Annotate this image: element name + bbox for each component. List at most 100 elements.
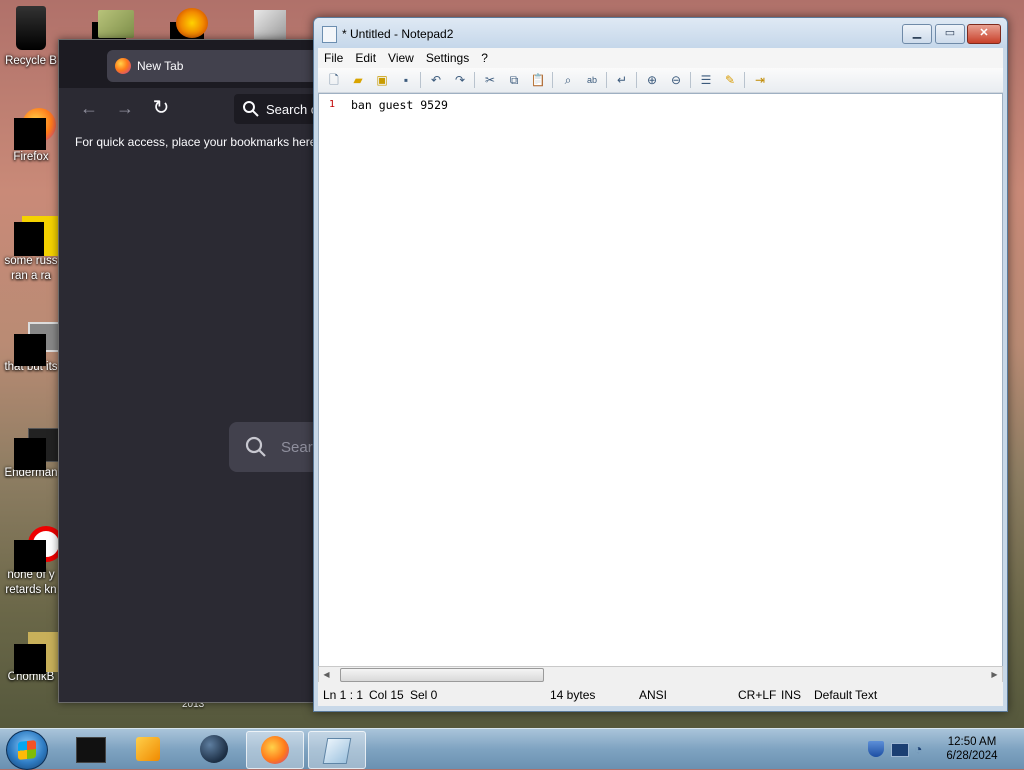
notepad2-window[interactable]: * Untitled - Notepad2 ▁ ▭ ✕ File Edit View… — [313, 17, 1008, 712]
black-box-icon — [76, 737, 106, 763]
scroll-left-icon[interactable]: ◀ — [319, 667, 334, 682]
new-tab-content: Search — [59, 160, 349, 702]
desktop-icon-firefox[interactable]: Firefox — [0, 108, 62, 165]
status-selection: Sel 0 — [410, 688, 438, 702]
desktop-icon-label: some russ ran a ra — [4, 255, 58, 282]
line-number-gutter: 1 — [319, 94, 338, 667]
text-editor[interactable]: 1 ban guest 9529 — [318, 93, 1003, 668]
replace-icon[interactable]: ab — [584, 72, 600, 88]
status-line: Ln 1 : 1 — [323, 688, 364, 702]
back-button[interactable]: ← — [77, 96, 101, 120]
desktop-icon-chomik[interactable]: ChomikB — [0, 632, 64, 685]
zoom-out-icon[interactable]: ⊖ — [668, 72, 684, 88]
system-clock[interactable]: 12:50 AM 6/28/2024 — [932, 735, 1012, 763]
stack-icon — [14, 322, 62, 366]
new-file-icon[interactable]: 🗋 — [326, 72, 342, 88]
reload-button[interactable]: ↻ — [149, 96, 173, 120]
undo-icon[interactable]: ↶ — [428, 72, 444, 88]
word-wrap-icon[interactable]: ↵ — [614, 72, 630, 88]
cut-icon[interactable]: ✂ — [482, 72, 498, 88]
status-encoding[interactable]: ANSI — [639, 688, 667, 702]
notepad2-title-bar[interactable]: * Untitled - Notepad2 ▁ ▭ ✕ — [314, 18, 1007, 48]
minimize-button[interactable]: ▁ — [902, 24, 932, 44]
menu-edit[interactable]: Edit — [349, 48, 382, 65]
bookmarks-toolbar-hint: For quick access, place your bookmarks h… — [75, 135, 317, 149]
shield-icon[interactable] — [868, 741, 884, 757]
start-button[interactable] — [6, 730, 48, 770]
forward-button[interactable]: → — [113, 96, 137, 120]
menu-settings[interactable]: Settings — [420, 48, 475, 65]
recycle-bin-icon — [16, 6, 46, 50]
status-size: 14 bytes — [550, 688, 596, 702]
toolbar-separator — [474, 72, 475, 88]
status-eol[interactable]: CR+LF — [738, 688, 776, 702]
enderman-icon — [14, 428, 60, 470]
desktop-icon-enderman[interactable]: Enderman — [0, 428, 62, 481]
toolbar: 🗋 ▰ ▣ ▪ ↶ ↷ ✂ ⧉ 📋 ⌕ ab ↵ ⊕ ⊖ ☰ ✎ ⇥ — [318, 68, 1003, 93]
search-icon — [243, 101, 259, 117]
desktop-icon-files[interactable] — [254, 10, 286, 40]
clock-time: 12:50 AM — [947, 736, 997, 748]
windows-logo-icon — [18, 740, 36, 760]
desktop-icon-label: Firefox — [13, 151, 49, 163]
scrollbar-thumb[interactable] — [340, 668, 544, 682]
firefox-icon — [14, 108, 56, 150]
desktop-icon-media[interactable] — [176, 8, 208, 38]
paste-icon[interactable]: 📋 — [530, 72, 546, 88]
monitor-icon[interactable] — [891, 743, 909, 757]
scheme-icon[interactable]: ☰ — [698, 72, 714, 88]
line-number: 1 — [329, 99, 336, 110]
taskbar-notepad2[interactable] — [308, 731, 366, 769]
menu-file[interactable]: File — [318, 48, 349, 65]
volume-icon[interactable]: ◔ — [914, 741, 930, 757]
toolbar-separator — [552, 72, 553, 88]
desktop-icon-label: none of y retards kn — [5, 569, 57, 596]
menu-help[interactable]: ? — [475, 48, 494, 65]
open-folder-icon[interactable]: ▰ — [350, 72, 366, 88]
horizontal-scrollbar[interactable]: ◀ ▶ — [318, 666, 1003, 683]
desktop-icon-document[interactable]: some russ ran a ra — [0, 216, 62, 284]
customize-icon[interactable]: ✎ — [722, 72, 738, 88]
maximize-button[interactable]: ▭ — [935, 24, 965, 44]
editor-line-text[interactable]: ban guest 9529 — [351, 98, 448, 112]
toolbar-separator — [744, 72, 745, 88]
taskbar-globe[interactable] — [186, 731, 242, 767]
status-bar: Ln 1 : 1 Col 15 Sel 0 14 bytes ANSI CR+L… — [318, 682, 1003, 706]
opera-icon — [14, 526, 64, 572]
desktop-icon-copy[interactable]: that but its — [0, 322, 62, 375]
taskbar-media-player[interactable] — [120, 731, 176, 767]
tab-title: New Tab — [137, 59, 184, 73]
taskbar: ◔ 12:50 AM 6/28/2024 — [0, 728, 1024, 770]
close-button[interactable]: ✕ — [967, 24, 1001, 44]
window-title: * Untitled - Notepad2 — [342, 27, 454, 41]
clock-date: 6/28/2024 — [946, 750, 998, 762]
taskbar-firefox[interactable] — [246, 731, 304, 769]
desktop-icon-folder[interactable] — [98, 10, 134, 38]
desktop-icon-retards[interactable]: none of y retards kn — [0, 526, 64, 598]
firefox-window[interactable]: New Tab × ← → ↻ Search or For quick acce… — [58, 39, 354, 703]
firefox-tab-bar: New Tab × — [59, 40, 337, 88]
menu-bar: File Edit View Settings? — [318, 48, 1003, 68]
firefox-logo-icon — [115, 58, 131, 74]
save-icon[interactable]: ▪ — [398, 72, 414, 88]
copy-icon[interactable]: ⧉ — [506, 72, 522, 88]
menu-view[interactable]: View — [382, 48, 420, 65]
redo-icon[interactable]: ↷ — [452, 72, 468, 88]
taskbar-app-black[interactable] — [62, 731, 118, 767]
status-scheme[interactable]: Default Text — [814, 688, 877, 702]
status-mode[interactable]: INS — [781, 688, 801, 702]
toolbar-separator — [420, 72, 421, 88]
globe-icon — [200, 735, 228, 763]
exit-icon[interactable]: ⇥ — [752, 72, 768, 88]
find-icon[interactable]: ⌕ — [560, 72, 576, 88]
tab-new-tab[interactable]: New Tab × — [107, 50, 337, 82]
notepad-app-icon — [322, 26, 337, 43]
firefox-nav-bar: ← → ↻ Search or — [59, 88, 354, 128]
browse-icon[interactable]: ▣ — [374, 72, 390, 88]
scroll-right-icon[interactable]: ▶ — [987, 667, 1002, 682]
desktop-icon-label: Recycle B — [5, 55, 57, 67]
chomik-icon — [14, 632, 64, 674]
desktop-icon-recycle-bin[interactable]: Recycle B — [0, 6, 62, 69]
toolbar-separator — [636, 72, 637, 88]
zoom-in-icon[interactable]: ⊕ — [644, 72, 660, 88]
